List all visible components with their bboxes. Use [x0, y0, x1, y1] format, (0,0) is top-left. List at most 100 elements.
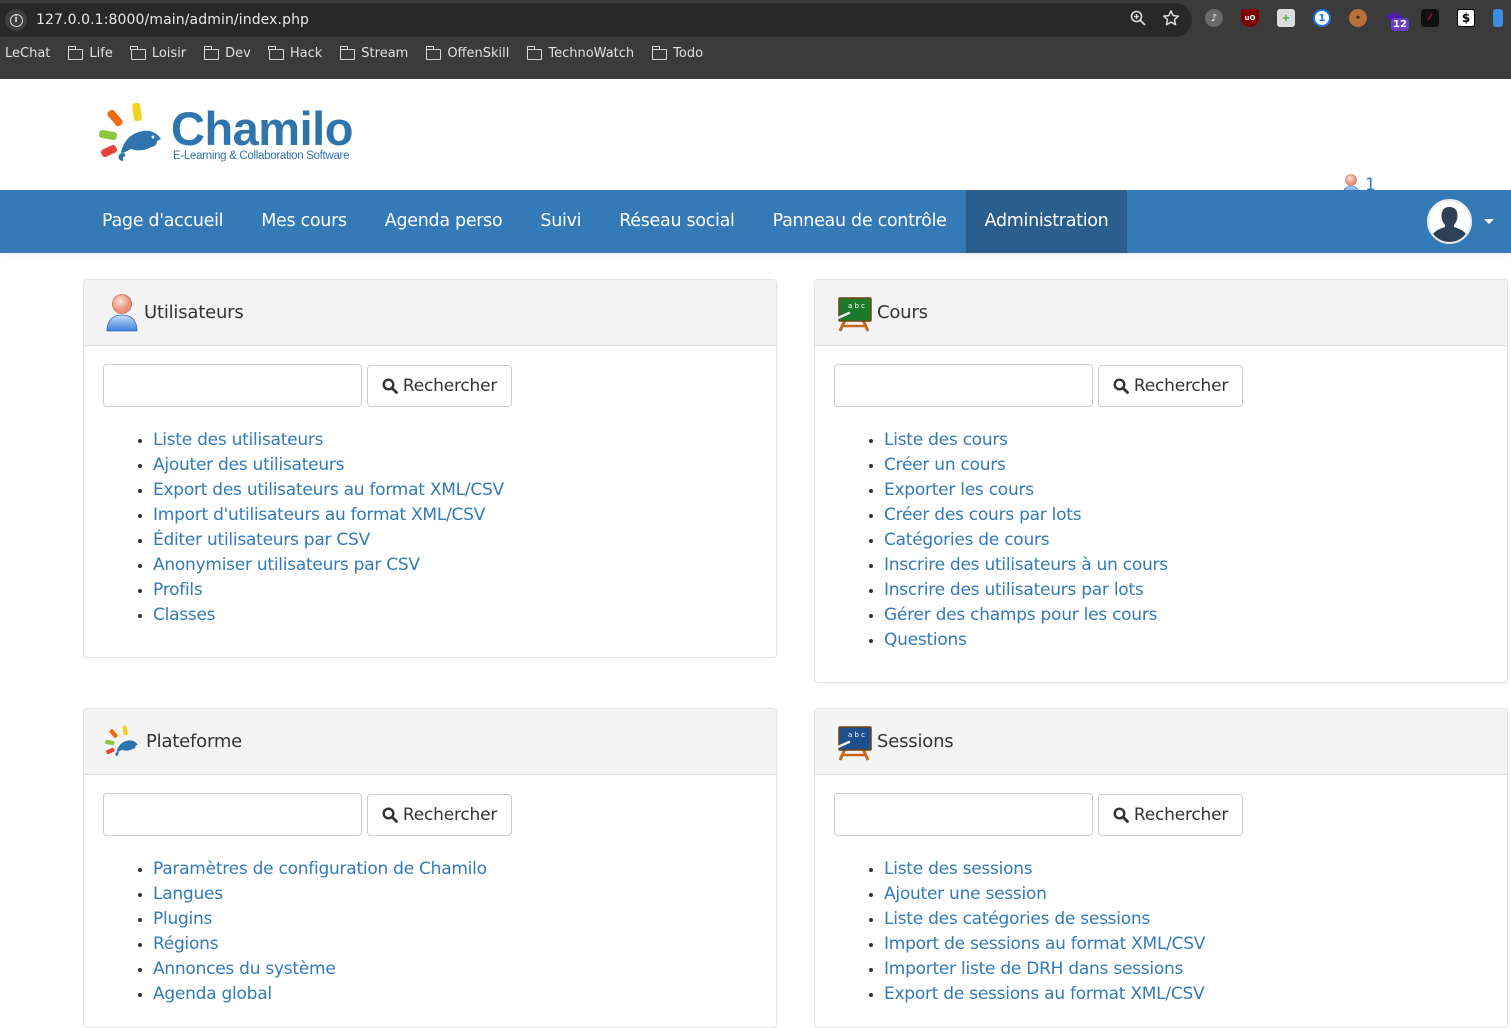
document-extension-icon[interactable]	[1493, 9, 1503, 27]
bookmark-label: TechnoWatch	[548, 46, 635, 61]
admin-link[interactable]: Anonymiser utilisateurs par CSV	[153, 555, 420, 575]
nav-item[interactable]: Panneau de contrôle	[754, 190, 966, 253]
admin-link[interactable]: Liste des sessions	[884, 859, 1033, 879]
list-item: Import d'utilisateurs au format XML/CSV	[153, 503, 776, 528]
admin-link[interactable]: Inscrire des utilisateurs à un cours	[884, 555, 1168, 575]
courses-search-button[interactable]: Rechercher	[1098, 364, 1243, 407]
nav-item[interactable]: Agenda perso	[366, 190, 522, 253]
list-item: Annonces du système	[153, 957, 776, 982]
admin-link[interactable]: Exporter les cours	[884, 480, 1034, 500]
user-menu-dropdown[interactable]	[1427, 199, 1494, 244]
sessions-search-button[interactable]: Rechercher	[1098, 793, 1243, 836]
nav-item[interactable]: Mes cours	[242, 190, 366, 253]
admin-link[interactable]: Liste des catégories de sessions	[884, 909, 1150, 929]
platform-search-input[interactable]	[103, 793, 362, 836]
admin-link[interactable]: Éditer utilisateurs par CSV	[153, 530, 370, 550]
admin-link[interactable]: Import d'utilisateurs au format XML/CSV	[153, 505, 485, 525]
panel-heading: a b c Sessions	[815, 709, 1507, 775]
folder-icon	[425, 45, 442, 60]
dollar-extension-icon[interactable]: $	[1457, 9, 1475, 27]
nav-item[interactable]: Administration	[965, 190, 1128, 253]
cookie-extension-icon[interactable]: •	[1349, 9, 1367, 27]
site-header: Chamilo E-Learning & Collaboration Softw…	[0, 79, 1511, 196]
bookmark-item[interactable]: OffenSkill	[425, 45, 509, 61]
ublock-extension-icon[interactable]: uO	[1241, 9, 1259, 27]
users-search-input[interactable]	[103, 364, 362, 407]
music-extension-icon[interactable]: ♪	[1205, 9, 1223, 27]
admin-link[interactable]: Inscrire des utilisateurs par lots	[884, 580, 1144, 600]
bookmark-label: Todo	[673, 46, 704, 61]
admin-link[interactable]: Plugins	[153, 909, 212, 929]
bookmark-label: Life	[89, 46, 113, 61]
list-item: Agenda global	[153, 982, 776, 1007]
admin-link[interactable]: Créer des cours par lots	[884, 505, 1082, 525]
site-info-icon[interactable]: i	[5, 9, 27, 31]
bookmark-item[interactable]: Stream	[339, 45, 409, 61]
search-icon	[382, 806, 398, 823]
bookmark-label: Hack	[289, 46, 323, 61]
admin-link[interactable]: Gérer des champs pour les cours	[884, 605, 1157, 625]
admin-link[interactable]: Ajouter des utilisateurs	[153, 455, 344, 475]
platform-search-button[interactable]: Rechercher	[367, 793, 512, 836]
chart-extension-icon[interactable]: ⁄	[1421, 9, 1439, 27]
admin-link[interactable]: Langues	[153, 884, 223, 904]
folder-icon	[130, 45, 146, 60]
admin-link[interactable]: Liste des cours	[884, 430, 1008, 450]
list-item: Export de sessions au format XML/CSV	[884, 982, 1507, 1007]
admin-link[interactable]: Régions	[153, 934, 219, 954]
bookmark-star-icon[interactable]	[1162, 9, 1180, 31]
screenshot-extension-icon[interactable]: +	[1277, 9, 1295, 27]
admin-link[interactable]: Profils	[153, 580, 203, 600]
panel-heading: Plateforme	[84, 709, 776, 775]
panel-heading: a b c Cours	[815, 280, 1507, 346]
bookmark-item[interactable]: TechnoWatch	[526, 45, 635, 61]
bookmark-item[interactable]: LeChat	[5, 46, 50, 61]
admin-link[interactable]: Questions	[884, 630, 967, 650]
admin-link[interactable]: Export de sessions au format XML/CSV	[884, 984, 1205, 1004]
admin-link[interactable]: Catégories de cours	[884, 530, 1050, 550]
bookmark-item[interactable]: Dev	[203, 45, 251, 61]
list-item: Anonymiser utilisateurs par CSV	[153, 553, 776, 578]
list-item: Classes	[153, 603, 776, 628]
admin-link[interactable]: Annonces du système	[153, 959, 336, 979]
list-item: Profils	[153, 578, 776, 603]
platform-chameleon-icon	[105, 725, 138, 756]
bookmark-item[interactable]: Todo	[651, 45, 704, 61]
panel-title: Cours	[877, 302, 928, 323]
users-links-list: Liste des utilisateurs Ajouter des utilis…	[153, 428, 776, 628]
admin-link[interactable]: Agenda global	[153, 984, 272, 1004]
url-text[interactable]: 127.0.0.1:8000/main/admin/index.php	[36, 12, 309, 28]
chevron-down-icon	[1484, 219, 1494, 224]
admin-link[interactable]: Ajouter une session	[884, 884, 1047, 904]
address-bar[interactable]: i 127.0.0.1:8000/main/admin/index.php	[0, 3, 1192, 37]
admin-link[interactable]: Importer liste de DRH dans sessions	[884, 959, 1183, 979]
sessions-search-input[interactable]	[834, 793, 1093, 836]
admin-link[interactable]: Export des utilisateurs au format XML/CS…	[153, 480, 504, 500]
users-search-button[interactable]: Rechercher	[367, 364, 512, 407]
nav-item[interactable]: Page d'accueil	[83, 190, 242, 253]
bookmark-item[interactable]: Hack	[268, 45, 323, 61]
graduation-extension-icon[interactable]: 12	[1385, 9, 1409, 31]
password-manager-extension-icon[interactable]: 1	[1313, 9, 1331, 27]
admin-link[interactable]: Paramètres de configuration de Chamilo	[153, 859, 487, 879]
platform-links-list: Paramètres de configuration de Chamilo La…	[153, 857, 776, 1007]
admin-link[interactable]: Créer un cours	[884, 455, 1006, 475]
bookmark-label: Stream	[361, 46, 409, 61]
list-item: Import de sessions au format XML/CSV	[884, 932, 1507, 957]
chamilo-logo[interactable]: Chamilo E-Learning & Collaboration Softw…	[97, 101, 353, 167]
admin-link[interactable]: Liste des utilisateurs	[153, 430, 323, 450]
nav-item[interactable]: Suivi	[521, 190, 600, 253]
user-avatar[interactable]	[1427, 199, 1472, 244]
panel-courses: a b c Cours Rechercher Liste des cours Cr…	[814, 279, 1508, 683]
folder-icon	[651, 45, 668, 60]
users-icon	[106, 293, 138, 331]
zoom-icon[interactable]	[1130, 10, 1146, 30]
nav-item[interactable]: Réseau social	[600, 190, 753, 253]
bookmark-item[interactable]: Life	[67, 45, 113, 61]
admin-link[interactable]: Classes	[153, 605, 216, 625]
user-silhouette-icon	[1432, 207, 1467, 242]
panel-title: Utilisateurs	[144, 302, 244, 323]
courses-search-input[interactable]	[834, 364, 1093, 407]
bookmark-item[interactable]: Loisir	[130, 45, 186, 61]
admin-link[interactable]: Import de sessions au format XML/CSV	[884, 934, 1205, 954]
